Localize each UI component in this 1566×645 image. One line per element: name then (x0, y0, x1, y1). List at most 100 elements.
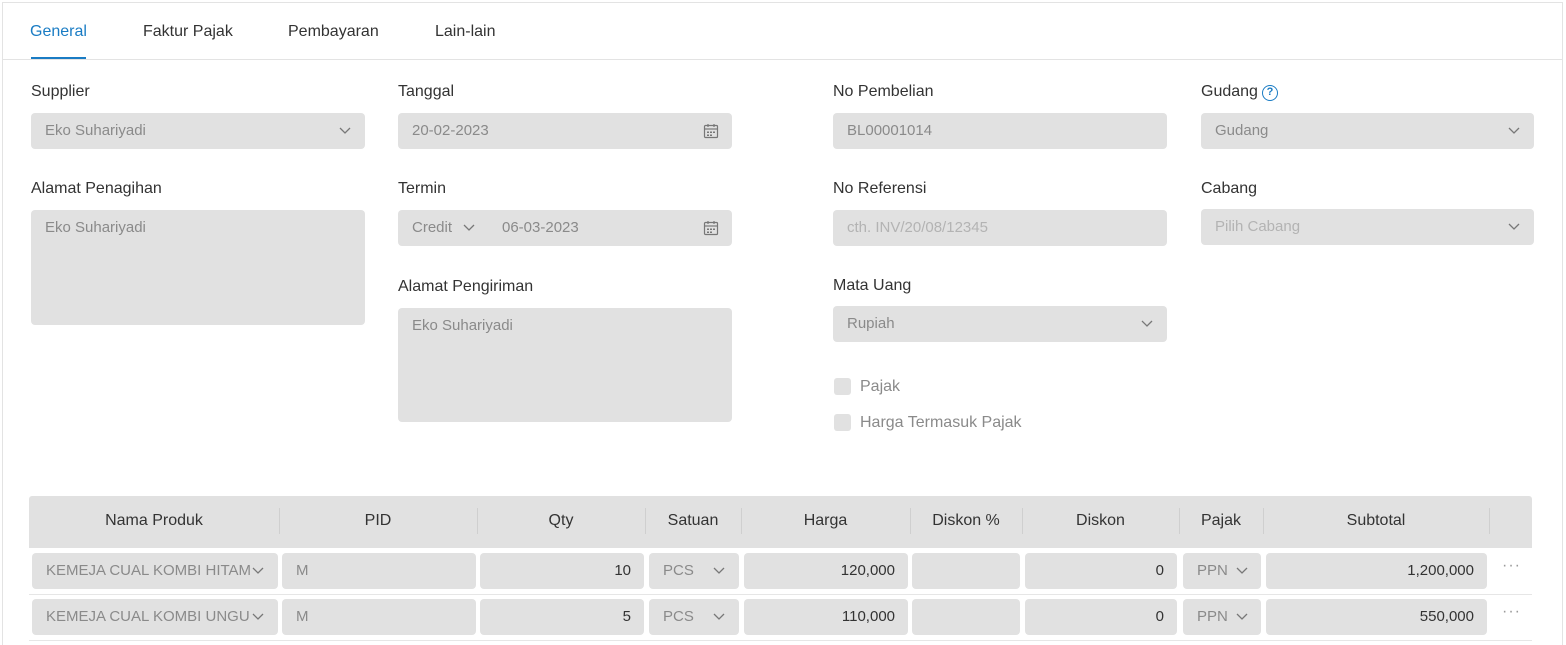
harga-input[interactable]: 120,000 (744, 553, 908, 589)
diskon-value: 0 (1155, 562, 1164, 579)
tab-bar: General Faktur Pajak Pembayaran Lain-lai… (3, 3, 1562, 60)
termin-date-value[interactable]: 06-03-2023 (502, 219, 579, 236)
column-header-satuan: Satuan (667, 512, 719, 529)
pajak-select[interactable]: PPN (1183, 553, 1261, 589)
pajak-value: PPN (1197, 562, 1228, 579)
table-row: KEMEJA CUAL KOMBI UNGU M 5 PCS 110,000 0… (29, 595, 1532, 641)
column-divider (1489, 508, 1490, 534)
tanggal-datepicker[interactable]: 20-02-2023 (398, 113, 732, 149)
diskon-input[interactable]: 0 (1025, 599, 1177, 635)
gudang-label: Gudang? (1201, 83, 1278, 101)
harga-termasuk-pajak-checkbox[interactable] (834, 414, 851, 431)
supplier-value: Eko Suhariyadi (45, 122, 146, 139)
no-referensi-label: No Referensi (833, 180, 927, 197)
cabang-label: Cabang (1201, 180, 1258, 197)
harga-termasuk-pajak-label: Harga Termasuk Pajak (860, 414, 1022, 431)
pajak-checkbox-label: Pajak (860, 378, 901, 395)
diskon-pct-input[interactable] (912, 599, 1020, 635)
pid-input[interactable]: M (282, 553, 476, 589)
satuan-value: PCS (663, 608, 694, 625)
mata-uang-select[interactable]: Rupiah (833, 306, 1167, 342)
pid-input[interactable]: M (282, 599, 476, 635)
harga-value: 110,000 (841, 608, 895, 625)
alamat-penagihan-label: Alamat Penagihan (31, 180, 162, 197)
tab-pembayaran[interactable]: Pembayaran (288, 23, 379, 41)
diskon-value: 0 (1155, 608, 1164, 625)
alamat-pengiriman-value: Eko Suhariyadi (412, 317, 513, 334)
no-pembelian-value: BL00001014 (847, 122, 933, 139)
column-header-nama-produk: Nama Produk (105, 512, 203, 529)
chevron-down-icon (1508, 127, 1520, 135)
help-icon[interactable]: ? (1261, 85, 1278, 101)
no-referensi-input[interactable]: cth. INV/20/08/12345 (833, 210, 1167, 246)
subtotal-value: 1,200,000 (1407, 562, 1474, 579)
chevron-down-icon (713, 613, 725, 621)
gudang-select[interactable]: Gudang (1201, 113, 1534, 149)
more-options-icon[interactable]: ··· (1502, 557, 1521, 575)
pid-value: M (296, 562, 309, 579)
satuan-select[interactable]: PCS (649, 599, 739, 635)
mata-uang-value: Rupiah (847, 315, 895, 332)
table-row: KEMEJA CUAL KOMBI HITAM M 10 PCS 120,000… (29, 549, 1532, 595)
alamat-penagihan-textarea[interactable]: Eko Suhariyadi (31, 210, 365, 325)
tab-lain-lain[interactable]: Lain-lain (435, 23, 495, 41)
pid-value: M (296, 608, 309, 625)
termin-type-value[interactable]: Credit (412, 219, 452, 236)
calendar-icon[interactable] (703, 123, 719, 139)
column-header-subtotal: Subtotal (1346, 512, 1406, 529)
chevron-down-icon (339, 127, 351, 135)
satuan-value: PCS (663, 562, 694, 579)
active-tab-indicator (31, 57, 86, 59)
tab-faktur-pajak[interactable]: Faktur Pajak (143, 23, 233, 41)
column-header-pid: PID (364, 512, 392, 529)
no-pembelian-input[interactable]: BL00001014 (833, 113, 1167, 149)
termin-field: Credit 06-03-2023 (398, 210, 732, 246)
chevron-down-icon (252, 613, 264, 621)
alamat-pengiriman-textarea[interactable]: Eko Suhariyadi (398, 308, 732, 422)
column-header-diskon-pct: Diskon % (932, 512, 1000, 529)
product-table-header: Nama Produk PID Qty Satuan Harga Diskon … (29, 496, 1532, 548)
diskon-input[interactable]: 0 (1025, 553, 1177, 589)
qty-input[interactable]: 10 (480, 553, 644, 589)
produk-value: KEMEJA CUAL KOMBI HITAM (46, 562, 252, 579)
column-header-pajak: Pajak (1200, 512, 1242, 529)
chevron-down-icon[interactable] (463, 224, 475, 232)
pajak-checkbox[interactable] (834, 378, 851, 395)
diskon-pct-input[interactable] (912, 553, 1020, 589)
qty-value: 10 (614, 562, 631, 579)
chevron-down-icon (1236, 567, 1248, 575)
produk-value: KEMEJA CUAL KOMBI UNGU (46, 608, 250, 625)
tanggal-label: Tanggal (398, 83, 455, 100)
subtotal-field: 1,200,000 (1266, 553, 1487, 589)
chevron-down-icon (252, 567, 264, 575)
subtotal-field: 550,000 (1266, 599, 1487, 635)
chevron-down-icon (1236, 613, 1248, 621)
cabang-placeholder: Pilih Cabang (1215, 218, 1301, 235)
harga-input[interactable]: 110,000 (744, 599, 908, 635)
chevron-down-icon (1508, 223, 1520, 231)
supplier-label: Supplier (31, 83, 90, 100)
alamat-pengiriman-label: Alamat Pengiriman (398, 278, 534, 295)
tanggal-value: 20-02-2023 (412, 122, 489, 139)
gudang-value: Gudang (1215, 122, 1269, 139)
calendar-icon[interactable] (703, 220, 719, 236)
no-pembelian-label: No Pembelian (833, 83, 934, 100)
produk-select[interactable]: KEMEJA CUAL KOMBI HITAM (32, 553, 278, 589)
pajak-select[interactable]: PPN (1183, 599, 1261, 635)
cabang-select[interactable]: Pilih Cabang (1201, 209, 1534, 245)
termin-label: Termin (398, 180, 447, 197)
column-header-qty: Qty (548, 512, 574, 529)
produk-select[interactable]: KEMEJA CUAL KOMBI UNGU (32, 599, 278, 635)
supplier-select[interactable]: Eko Suhariyadi (31, 113, 365, 149)
harga-value: 120,000 (840, 562, 895, 579)
chevron-down-icon (713, 567, 725, 575)
qty-value: 5 (622, 608, 631, 625)
mata-uang-label: Mata Uang (833, 277, 912, 294)
pajak-value: PPN (1197, 608, 1228, 625)
chevron-down-icon (1141, 320, 1153, 328)
tab-general[interactable]: General (30, 23, 87, 41)
no-referensi-placeholder: cth. INV/20/08/12345 (847, 219, 988, 236)
satuan-select[interactable]: PCS (649, 553, 739, 589)
qty-input[interactable]: 5 (480, 599, 644, 635)
more-options-icon[interactable]: ··· (1502, 603, 1521, 621)
